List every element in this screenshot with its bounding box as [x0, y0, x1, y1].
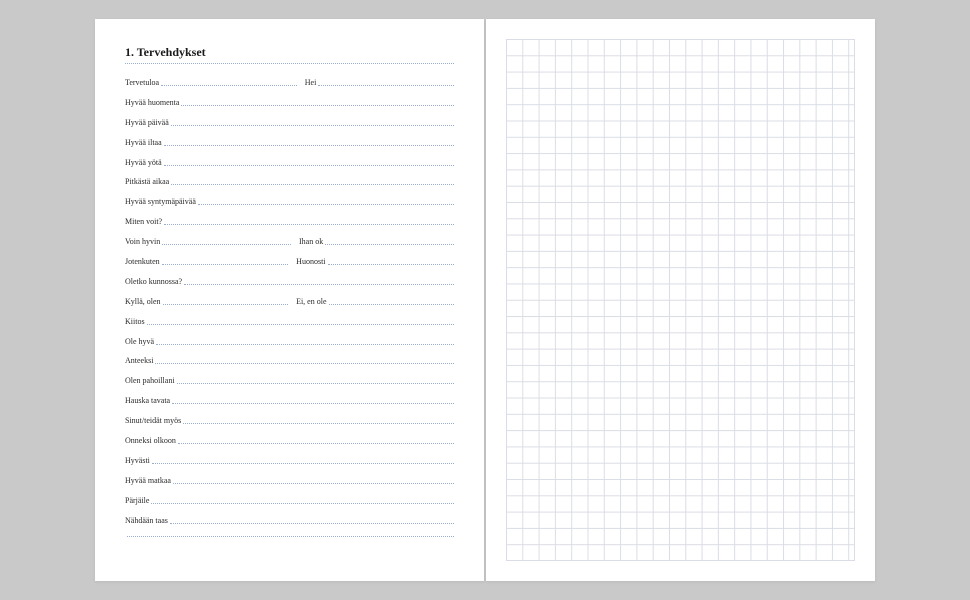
grid-paper: [506, 39, 855, 561]
term-a: Pitkästä aikaa: [125, 177, 171, 186]
vocab-row: Kiitos: [125, 317, 454, 328]
vocab-row: Pitkästä aikaa: [125, 177, 454, 188]
term-a: Tervetuloa: [125, 78, 161, 87]
dotted-fill: [127, 536, 454, 537]
dotted-fill: [162, 264, 289, 265]
dotted-fill: [183, 423, 454, 424]
vocab-row: Olen pahoillani: [125, 376, 454, 387]
right-page: [486, 19, 875, 581]
term-a: Kyllä, olen: [125, 297, 163, 306]
term-a: Jotenkuten: [125, 257, 162, 266]
vocab-row: Tervetuloa Hei: [125, 78, 454, 89]
dotted-fill: [163, 304, 289, 305]
page-spread: 1. Tervehdykset Tervetuloa Hei Hyvää huome…: [95, 19, 875, 581]
term-a: Miten voit?: [125, 217, 164, 226]
term-b: Huonosti: [288, 257, 327, 266]
term-b: Ihan ok: [291, 237, 325, 246]
dotted-fill: [171, 184, 454, 185]
dotted-fill: [147, 324, 454, 325]
left-page: 1. Tervehdykset Tervetuloa Hei Hyvää huome…: [95, 19, 484, 581]
term-b: Hei: [297, 78, 319, 87]
dotted-fill: [173, 483, 454, 484]
vocab-row: Hyvää syntymäpäivää: [125, 197, 454, 208]
vocab-row: Hyvää matkaa: [125, 476, 454, 487]
vocab-row: Anteeksi: [125, 356, 454, 367]
vocab-row: Oletko kunnossa?: [125, 277, 454, 288]
vocab-row: Ole hyvä: [125, 337, 454, 348]
section-title: 1. Tervehdykset: [125, 45, 454, 60]
term-b: Ei, en ole: [288, 297, 328, 306]
dotted-fill: [162, 244, 291, 245]
term-a: Sinut/teidät myös: [125, 416, 183, 425]
dotted-fill: [171, 125, 454, 126]
dotted-fill: [184, 284, 454, 285]
dotted-fill: [172, 403, 454, 404]
dotted-fill: [164, 224, 454, 225]
dotted-fill: [328, 264, 455, 265]
dotted-fill: [152, 463, 454, 464]
vocab-row: Hyvää iltaa: [125, 138, 454, 149]
term-a: Kiitos: [125, 317, 147, 326]
term-a: Hyvää syntymäpäivää: [125, 197, 198, 206]
dotted-fill: [329, 304, 455, 305]
dotted-fill: [177, 383, 454, 384]
term-a: Pärjäile: [125, 496, 151, 505]
term-a: Hyvästi: [125, 456, 152, 465]
dotted-fill: [164, 165, 454, 166]
term-a: Olen pahoillani: [125, 376, 177, 385]
vocab-row: Hyvää huomenta: [125, 98, 454, 109]
dotted-fill: [198, 204, 454, 205]
term-a: Hyvää päivää: [125, 118, 171, 127]
dotted-fill: [156, 344, 454, 345]
vocab-row: Jotenkuten Huonosti: [125, 257, 454, 268]
dotted-fill: [151, 503, 454, 504]
term-a: Anteeksi: [125, 356, 155, 365]
dotted-fill: [155, 363, 454, 364]
vocab-row: Voin hyvin Ihan ok: [125, 237, 454, 248]
term-a: Hyvää matkaa: [125, 476, 173, 485]
term-a: Oletko kunnossa?: [125, 277, 184, 286]
term-a: Hyvää yötä: [125, 158, 164, 167]
term-a: Hyvää huomenta: [125, 98, 181, 107]
vocabulary-rows: Tervetuloa Hei Hyvää huomenta Hyvää päivää H…: [125, 78, 454, 546]
term-a: Hyvää iltaa: [125, 138, 164, 147]
vocab-row: Onneksi olkoon: [125, 436, 454, 447]
vocab-row: Miten voit?: [125, 217, 454, 228]
dotted-fill: [170, 523, 454, 524]
title-underline: [125, 63, 454, 64]
term-a: Nähdään taas: [125, 516, 170, 525]
dotted-fill: [318, 85, 454, 86]
term-a: Hauska tavata: [125, 396, 172, 405]
vocab-row: Hyvästi: [125, 456, 454, 467]
dotted-fill: [178, 443, 454, 444]
vocab-row: Hyvää päivää: [125, 118, 454, 129]
vocab-row: Hauska tavata: [125, 396, 454, 407]
dotted-fill: [325, 244, 454, 245]
term-a: Ole hyvä: [125, 337, 156, 346]
vocab-row: Sinut/teidät myös: [125, 416, 454, 427]
term-a: Voin hyvin: [125, 237, 162, 246]
vocab-row: Nähdään taas: [125, 516, 454, 527]
vocab-row: Hyvää yötä: [125, 158, 454, 169]
vocab-row: [125, 535, 454, 546]
vocab-row: Pärjäile: [125, 496, 454, 507]
dotted-fill: [181, 105, 454, 106]
dotted-fill: [164, 145, 454, 146]
term-a: Onneksi olkoon: [125, 436, 178, 445]
dotted-fill: [161, 85, 297, 86]
vocab-row: Kyllä, olen Ei, en ole: [125, 297, 454, 308]
